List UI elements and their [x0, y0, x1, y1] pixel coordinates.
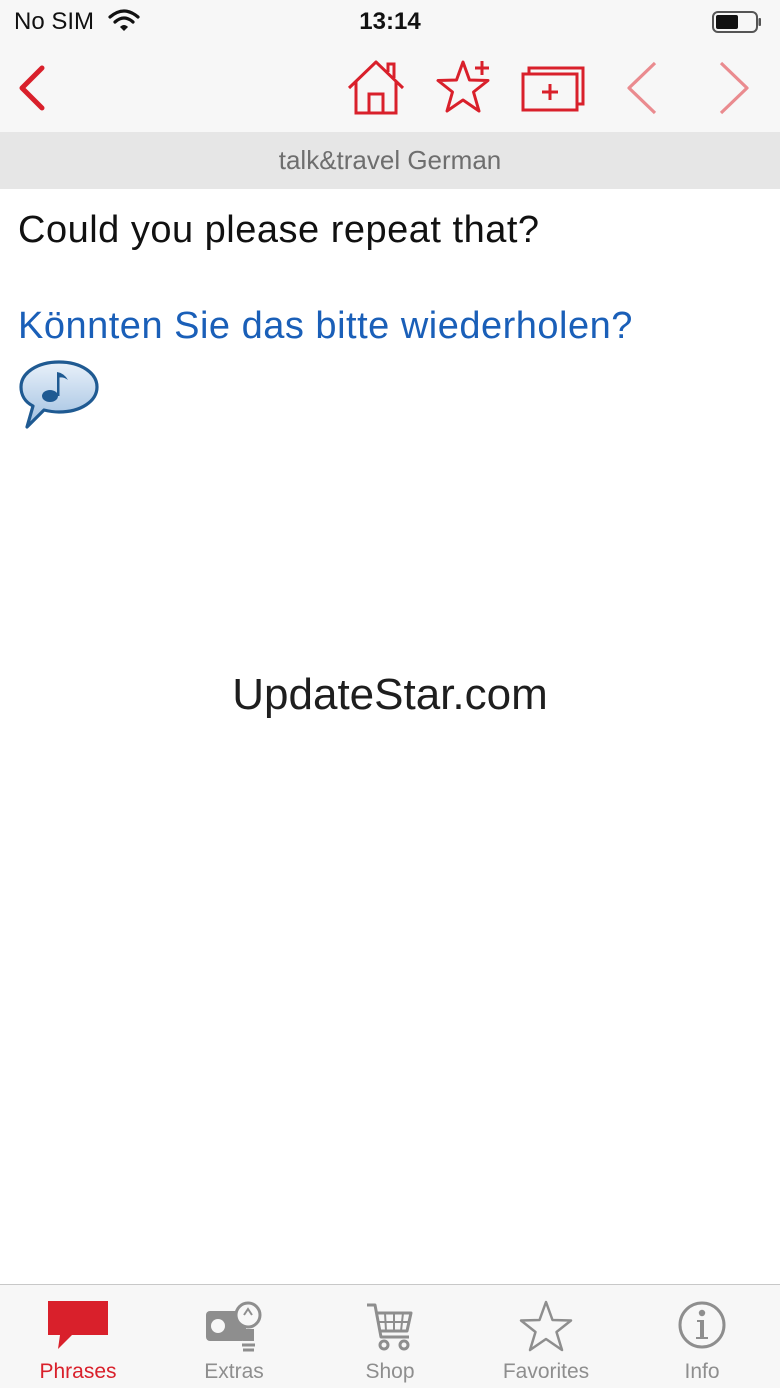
star-icon — [519, 1300, 573, 1352]
tab-shop-label: Shop — [365, 1360, 415, 1383]
chevron-left-icon — [19, 65, 45, 111]
tab-info[interactable]: Info — [624, 1285, 780, 1388]
speech-bubble-music-icon — [19, 360, 99, 429]
status-bar: No SIM 13:14 — [0, 0, 780, 44]
tab-extras-label: Extras — [204, 1360, 264, 1383]
tab-phrases[interactable]: Phrases — [0, 1285, 156, 1388]
cart-icon — [367, 1303, 413, 1351]
speech-bubble-icon — [48, 1301, 108, 1349]
previous-phrase-button[interactable] — [624, 60, 660, 116]
projector-bulb-icon — [206, 1301, 262, 1352]
tab-extras[interactable]: Extras — [156, 1285, 312, 1388]
phrase-german[interactable]: Könnten Sie das bitte wiederholen? — [18, 302, 762, 350]
tab-favorites[interactable]: Favorites — [468, 1285, 624, 1388]
tab-bar: Phrases Extras Shop Favorites Info — [0, 1284, 780, 1388]
chevron-right-icon — [719, 61, 749, 115]
add-favorite-button[interactable] — [434, 56, 496, 118]
watermark: UpdateStar.com — [232, 670, 548, 719]
cards-plus-icon — [521, 66, 585, 112]
star-plus-icon — [436, 60, 490, 113]
add-to-deck-button[interactable] — [520, 64, 586, 114]
tab-phrases-label: Phrases — [39, 1360, 117, 1383]
clock: 13:14 — [359, 8, 421, 35]
chevron-left-icon — [627, 61, 657, 115]
navigation-bar — [0, 44, 780, 132]
book-title: talk&travel German — [0, 132, 780, 189]
phrase-content: Could you please repeat that? Könnten Si… — [18, 190, 762, 432]
battery-icon — [712, 11, 761, 33]
info-icon — [678, 1301, 726, 1349]
home-button[interactable] — [346, 58, 406, 116]
back-button[interactable] — [14, 64, 48, 112]
tab-favorites-label: Favorites — [502, 1360, 590, 1383]
phrase-english: Could you please repeat that? — [18, 209, 540, 251]
next-phrase-button[interactable] — [716, 60, 752, 116]
play-audio-button[interactable] — [18, 358, 100, 432]
tab-shop[interactable]: Shop — [312, 1285, 468, 1388]
home-icon — [347, 60, 405, 115]
tab-info-label: Info — [684, 1360, 720, 1383]
